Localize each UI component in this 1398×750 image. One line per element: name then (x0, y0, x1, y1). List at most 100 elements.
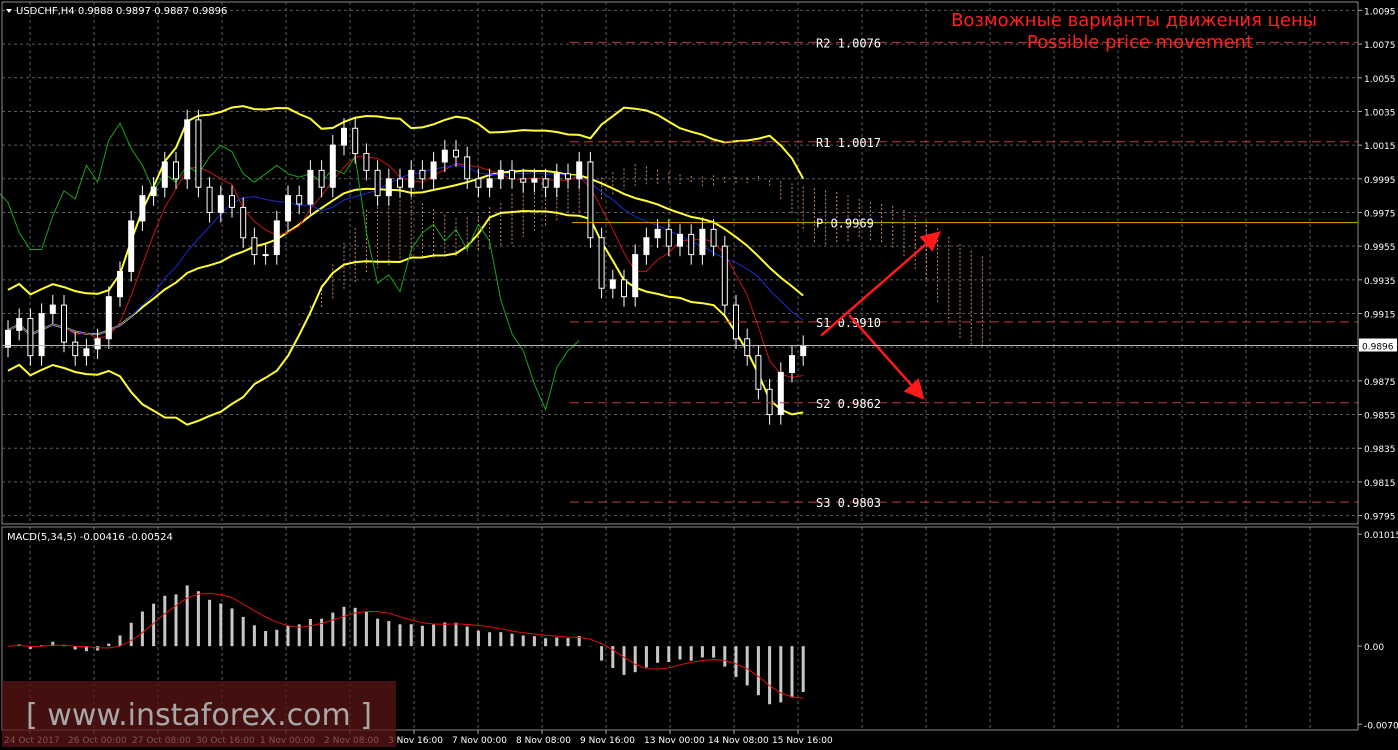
candle-bull (643, 237, 650, 256)
candle-bull (341, 127, 347, 146)
level-label-r1: R1 1.0017 (816, 136, 881, 150)
candle-bull (576, 161, 583, 180)
time-tick-label: 14 Nov 08:00 (708, 736, 769, 746)
candle-bear (766, 388, 773, 416)
candle-bear (509, 169, 515, 180)
candle-bear (397, 178, 403, 188)
candle-bear (475, 178, 482, 188)
price-tick-label: 0.9855 (1364, 412, 1396, 422)
candle-bear (374, 169, 381, 197)
price-tick-label: 1.0015 (1364, 142, 1396, 152)
candle-bear (755, 355, 762, 390)
symbol-line: USDCHF,H4 0.9888 0.9897 0.9887 0.9896 (16, 6, 227, 17)
candle-bear (72, 341, 79, 357)
level-label-s1: S1 0.9910 (816, 316, 881, 330)
candle-bear (598, 237, 605, 289)
usdchf-chart: R2 1.0076 R1 1.0017 P 0.9969 S1 0.9910 S2 0.… (0, 0, 1398, 750)
candle-bear (240, 206, 247, 239)
time-tick-label: 13 Nov 00:00 (644, 736, 705, 746)
candle-bull (430, 161, 437, 180)
candle-bull (83, 348, 90, 357)
candle-bear (464, 156, 471, 180)
candle-bear (565, 173, 571, 180)
time-tick-label: 9 Nov 16:00 (580, 736, 635, 746)
candle-bear (721, 245, 728, 306)
candle-bear (173, 161, 179, 180)
candle-bull (329, 144, 336, 188)
candle-bear (296, 195, 303, 205)
candle-bear (744, 338, 751, 357)
candle-bull (262, 254, 269, 257)
candle-bear (733, 304, 739, 340)
candle-bear (542, 178, 549, 188)
candle-bull (553, 173, 560, 188)
candle-bear (195, 119, 202, 188)
level-label-s3: S3 0.9803 (816, 496, 881, 510)
candle-bull (16, 318, 23, 331)
candle-bull (777, 371, 784, 416)
candle-bull (5, 329, 11, 348)
candle-bull (677, 233, 683, 247)
candle-bear (229, 195, 235, 208)
price-tick-label: 0.9915 (1364, 311, 1396, 321)
candle-bull (94, 338, 101, 350)
candle-bear (587, 161, 594, 239)
time-tick-label: 3 Nov 16:00 (388, 736, 443, 746)
candle-bear (710, 228, 717, 247)
time-tick-label: 8 Nov 08:00 (516, 736, 571, 746)
price-tick-label: 1.0055 (1364, 75, 1396, 85)
price-tick-label: 0.9955 (1364, 243, 1396, 253)
candle-bull (531, 178, 538, 183)
level-label-r2: R2 1.0076 (816, 36, 881, 50)
macd-tick-label: -0.00708 (1364, 721, 1398, 731)
candle-bull (632, 254, 639, 298)
price-tick-label: 0.9815 (1364, 479, 1396, 489)
candle-bear (61, 304, 67, 343)
candle-bear (206, 186, 213, 213)
macd-tick-label: 0.01015 (1364, 531, 1398, 541)
candle-bull (161, 161, 168, 188)
current-price-label: 0.9896 (1362, 343, 1394, 353)
watermark-text: [ www.instaforex.com ] (26, 698, 372, 733)
candle-bull (38, 313, 45, 357)
candle-bull (285, 195, 291, 222)
price-tick-label: 1.0035 (1364, 108, 1396, 118)
price-tick-label: 1.0095 (1364, 7, 1396, 17)
candle-bull (117, 270, 123, 298)
price-tick-label: 0.9795 (1364, 513, 1396, 523)
candle-bull (184, 119, 191, 180)
candle-bull (789, 355, 795, 373)
candle-bear (453, 149, 459, 158)
candle-bull (150, 186, 157, 197)
candle-bear (363, 153, 370, 171)
price-tick-label: 0.9835 (1364, 445, 1396, 455)
candle-bear (688, 233, 695, 256)
macd-tick-label: 0.00 (1364, 643, 1384, 653)
title-ru: Возможные варианты движения цены (951, 10, 1317, 31)
candle-bull (105, 296, 112, 340)
candle-bull (139, 195, 146, 222)
candle-bull (273, 220, 280, 256)
candle-bear (352, 127, 359, 155)
candle-bull (699, 228, 706, 256)
candle-bull (49, 304, 56, 315)
candle-bull (385, 178, 392, 197)
candle-bear (27, 318, 34, 357)
time-tick-label: 15 Nov 16:00 (772, 736, 833, 746)
price-tick-label: 0.9935 (1364, 277, 1396, 287)
price-tick-label: 1.0075 (1364, 41, 1396, 51)
candle-bull (609, 279, 616, 289)
candle-bear (318, 169, 325, 188)
candle-bull (497, 169, 504, 180)
candle-bull (408, 169, 415, 188)
title-en: Possible price movement (1027, 32, 1253, 53)
candle-bear (520, 178, 527, 183)
time-tick-label: 7 Nov 00:00 (452, 736, 507, 746)
candle-bull (217, 195, 224, 213)
candle-bull (128, 220, 135, 272)
candle-bear (621, 279, 627, 298)
candle-bull (307, 169, 314, 205)
level-label-s2: S2 0.9862 (816, 397, 881, 411)
candle-bull (800, 345, 807, 357)
level-label-p: P 0.9969 (816, 217, 874, 231)
